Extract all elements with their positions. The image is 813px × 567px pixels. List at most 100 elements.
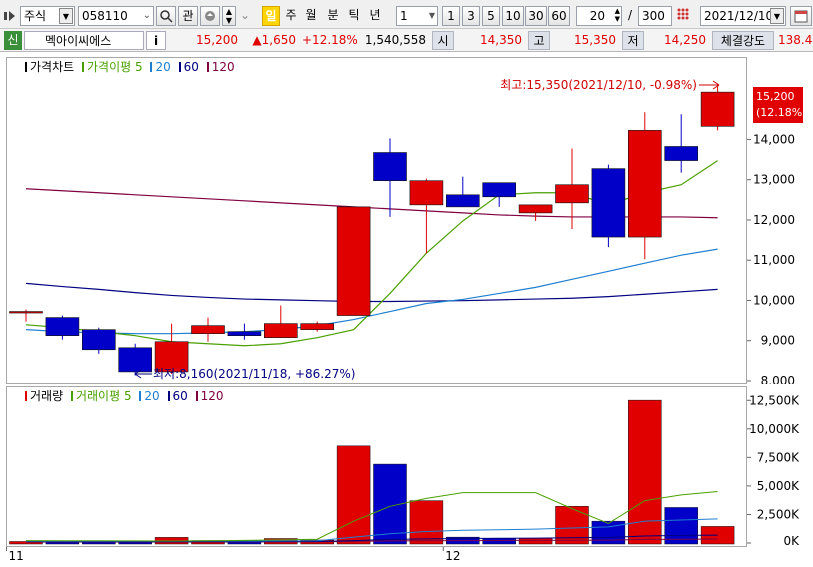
interval-5-button[interactable]: 5 (482, 6, 500, 26)
x-axis-canvas: 11 12 (6, 547, 461, 563)
candle (118, 343, 152, 376)
volume-bar (409, 500, 444, 545)
candle-body (263, 323, 298, 339)
strength-label: 체결강도 (712, 31, 774, 50)
date-picker[interactable]: 2021/12/10 ▼ (700, 6, 786, 26)
candle-body (409, 180, 444, 206)
stock-name: 멕아이씨에스 (24, 31, 144, 50)
x-axis-label: 12 (445, 549, 460, 563)
chevron-down-icon: ▼ (59, 8, 73, 24)
price-ma60-line (25, 282, 718, 303)
candle (591, 164, 626, 248)
period-minute-button[interactable]: 분 (324, 6, 342, 26)
chevron-down-icon[interactable]: ⌄ (239, 6, 251, 26)
candle-body (445, 194, 480, 208)
candle (227, 323, 262, 340)
candle (373, 138, 407, 217)
volume-axis-label: 2,500K (757, 507, 800, 521)
sync-button[interactable] (200, 6, 220, 26)
low-label: 저 (622, 31, 644, 50)
volume-axis-label: 7,500K (757, 450, 800, 464)
menu-toggle-icon[interactable] (2, 6, 18, 26)
candle-body (227, 331, 262, 336)
volume-bar (518, 538, 553, 545)
market-select[interactable]: 주식 ▼ (20, 6, 75, 26)
period-month-button[interactable]: 월 (302, 6, 320, 26)
chevron-up-icon: ▲ (225, 7, 233, 16)
display-count-input[interactable]: 20 ▲ ▼ (576, 6, 622, 26)
high-label: 고 (528, 31, 550, 50)
high-annotation: 최고:15,350(2021/12/10, -0.98%) (500, 78, 697, 92)
price-axis-label: 8,000 (761, 374, 795, 384)
low-value: 14,250 (664, 33, 706, 47)
volume-axis-label: 5,000K (757, 479, 800, 493)
candle-body (555, 184, 589, 204)
volume-axis-label: 12,500K (749, 393, 800, 407)
x-axis-label: 11 (9, 549, 24, 563)
volume-bar (664, 507, 698, 545)
open-value: 14,350 (480, 33, 522, 47)
volume-axis: 12,500K 10,000K 7,500K 5,000K 2,500K 0K (747, 386, 813, 547)
candle (518, 204, 553, 221)
candle-body (118, 347, 152, 373)
candle-body (9, 311, 43, 314)
candle-body (82, 329, 116, 351)
price-axis-label: 14,000 (753, 132, 795, 146)
price-chart-canvas: 최고:15,350(2021/12/10, -0.98%) 최저:8,160(2… (9, 78, 735, 381)
market-select-value: 주식 (24, 9, 47, 23)
volume-bar (555, 506, 589, 545)
calendar-icon (794, 10, 808, 23)
price-axis: 14,000 13,000 12,000 11,000 10,000 9,000 8,000… (747, 57, 813, 384)
interval-30-button[interactable]: 30 (525, 6, 547, 26)
favorite-button[interactable]: 관 (178, 6, 198, 26)
interval-10-button[interactable]: 10 (502, 6, 524, 26)
favorite-label: 관 (182, 9, 194, 23)
candle-body (627, 130, 662, 238)
info-button[interactable]: i (146, 31, 166, 50)
period-day-label: 일 (265, 9, 277, 23)
interval-60-button[interactable]: 60 (548, 6, 570, 26)
stock-code-input[interactable]: 058110 ⌄ (78, 6, 154, 26)
count-separator: / (627, 8, 633, 22)
volume-bar (628, 399, 662, 545)
volume-chart-panel[interactable]: 거래량 거래이평 5 20 60 120 (6, 386, 747, 547)
candle (263, 305, 298, 339)
period-year-button[interactable]: 년 (366, 6, 384, 26)
calendar-button[interactable] (790, 6, 812, 26)
quote-bar: 신 멕아이씨에스 i 15,200 ▲1,650 +12.18% 1,540,5… (0, 29, 813, 52)
chevron-down-icon: ▼ (770, 8, 784, 24)
price-axis-label: 12,000 (753, 213, 795, 227)
total-count-input[interactable]: 300 (638, 6, 672, 26)
volume-axis-canvas: 12,500K 10,000K 7,500K 5,000K 2,500K 0K (747, 393, 800, 547)
period-week-button[interactable]: 주 (282, 6, 300, 26)
price-change: ▲1,650 (252, 33, 296, 47)
interval-select[interactable]: 1 ▼ (396, 6, 438, 26)
toolbar: 주식 ▼ 058110 ⌄ 관 ▲ ▼ ⌄ 일 주 월 분 틱 년 1 ▼ 1 3… (0, 0, 813, 29)
candle (45, 315, 80, 340)
credit-badge: 신 (4, 31, 22, 50)
price-chart-panel[interactable]: 가격차트 가격이평 5 20 60 120 최고:15,350(2021/12/… (6, 57, 747, 384)
search-button[interactable] (156, 6, 176, 26)
period-tick-button[interactable]: 틱 (345, 6, 363, 26)
current-price-tag-value: 15,200 (756, 90, 795, 103)
interval-1-button[interactable]: 1 (442, 6, 460, 26)
display-count-value: 20 (589, 9, 605, 23)
chevron-down-icon: ▼ (428, 11, 435, 20)
period-day-button[interactable]: 일 (262, 6, 280, 26)
stock-stepper[interactable]: ▲ ▼ (222, 6, 236, 26)
volume-bar (336, 445, 371, 545)
current-price-tag-pct: (12.18%) (756, 106, 807, 119)
candle (445, 176, 480, 208)
stepper-icon: ▲ ▼ (614, 7, 620, 23)
dots-icon[interactable] (675, 6, 691, 26)
strength-value: 138.4 (778, 33, 813, 47)
date-value: 2021/12/10 (704, 9, 774, 23)
candle-body (518, 204, 553, 214)
chevron-down-icon: ⌄ (142, 10, 151, 21)
stock-code-value: 058110 (82, 9, 128, 23)
candle-body (700, 91, 735, 127)
candle-body (336, 206, 371, 316)
candle-body (664, 146, 699, 161)
candle (664, 114, 699, 173)
interval-3-button[interactable]: 3 (462, 6, 480, 26)
